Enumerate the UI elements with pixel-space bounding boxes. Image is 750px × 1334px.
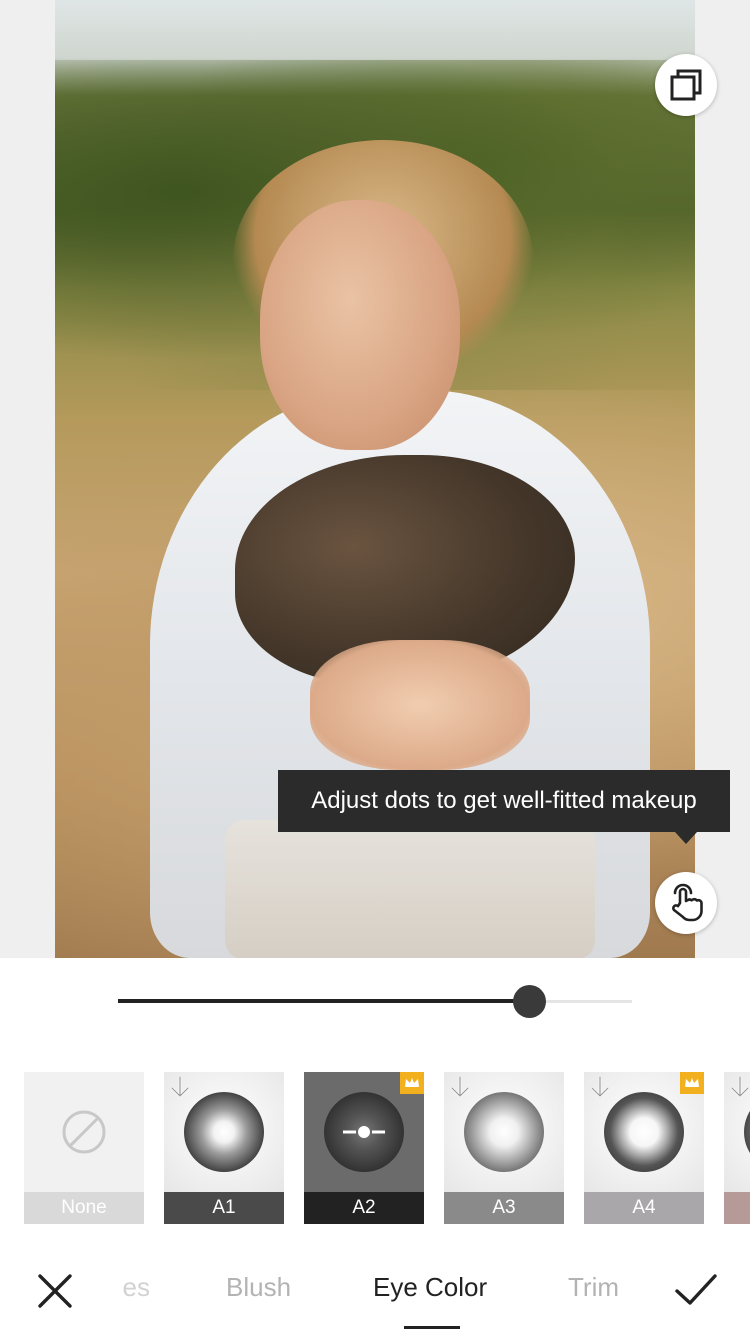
preset-a2[interactable]: A2 [304,1072,424,1224]
preset-next-partial[interactable] [724,1072,750,1224]
lens-next [744,1092,750,1172]
crown-icon [685,1078,699,1087]
photo-pants [225,820,595,958]
preset-a1[interactable]: A1 [164,1072,284,1224]
close-icon[interactable] [34,1270,76,1312]
intensity-slider[interactable] [118,980,632,1024]
preset-a4[interactable]: A4 [584,1072,704,1224]
tab-previous-partial[interactable]: es [110,1272,150,1303]
download-arrow-icon [450,1075,470,1098]
slider-thumb[interactable] [513,985,546,1018]
tab-trim[interactable]: Trim [568,1272,619,1303]
premium-badge [400,1072,424,1094]
photo-hands [310,640,530,770]
download-arrow-icon [590,1075,610,1098]
tab-blush[interactable]: Blush [226,1272,291,1303]
download-arrow-icon [170,1075,190,1098]
no-symbol-icon [62,1110,106,1154]
touch-adjust-button[interactable] [655,872,717,934]
preset-label [724,1192,750,1224]
touch-hand-icon [672,883,703,922]
compare-icon [670,69,702,101]
tooltip-text: Adjust dots to get well-fitted makeup [311,787,697,814]
premium-badge [680,1072,704,1094]
download-arrow-icon [730,1075,750,1098]
photo-face [260,200,460,450]
eye-color-presets[interactable]: None A1 A2 A3 A4 [0,1072,750,1224]
lens-a4 [604,1092,684,1172]
lens-a3 [464,1092,544,1172]
bottom-toolbar: es Blush Eye Color Trim [0,1250,750,1334]
tab-blush-label: Blush [226,1272,292,1302]
preset-label: A4 [584,1192,704,1224]
preset-none[interactable]: None [24,1072,144,1224]
photo-canvas[interactable]: Adjust dots to get well-fitted makeup [0,0,750,958]
slider-fill [118,999,529,1003]
lens-a2 [324,1092,404,1172]
preset-a3[interactable]: A3 [444,1072,564,1224]
adjust-slider-icon [343,1126,385,1138]
tab-eye-color-label: Eye Color [373,1272,488,1302]
lens-a1 [184,1092,264,1172]
checkmark-icon[interactable] [674,1270,718,1310]
preset-label: None [24,1192,144,1224]
active-tab-indicator [404,1326,460,1329]
preset-label: A1 [164,1192,284,1224]
crown-icon [405,1078,419,1087]
makeup-tip-tooltip: Adjust dots to get well-fitted makeup [278,770,730,832]
tab-trim-label: Trim [568,1272,620,1302]
tab-previous-label: es [122,1272,150,1302]
tab-eye-color[interactable]: Eye Color [373,1272,487,1303]
preset-label: A2 [304,1192,424,1224]
preset-thumbnail [24,1072,144,1192]
tooltip-arrow [675,832,697,844]
preset-label: A3 [444,1192,564,1224]
compare-button[interactable] [655,54,717,116]
